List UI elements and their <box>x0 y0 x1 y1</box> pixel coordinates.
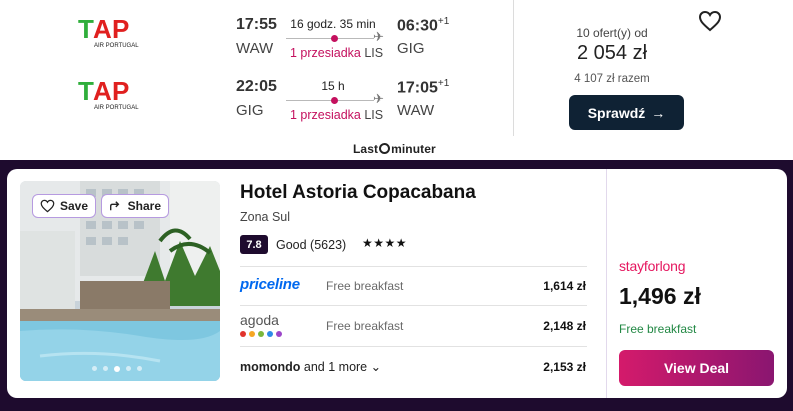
flight-result-card[interactable]: T A P AIR PORTUGAL 17:55 WAW 16 godz. 35… <box>0 0 793 160</box>
stop-dot <box>331 35 338 42</box>
provider-logo-lastminuter: Last minuter <box>353 142 436 156</box>
route-line <box>286 38 374 39</box>
arrow-right-icon: → <box>651 104 666 121</box>
heart-outline-icon <box>40 199 55 213</box>
provider-price: 2,148 zł <box>543 319 586 333</box>
divider <box>240 305 587 306</box>
departure-airport: WAW <box>236 40 274 57</box>
svg-text:AIR PORTUGAL: AIR PORTUGAL <box>94 43 139 49</box>
rating-text: Good (5623) <box>276 238 347 252</box>
share-button[interactable]: Share <box>101 194 169 218</box>
featured-price: 1,496 zł <box>619 283 701 309</box>
carousel-dot[interactable] <box>126 366 131 371</box>
arrival-airport: GIG <box>397 40 425 57</box>
arrival-time: 06:30+1 <box>397 16 450 35</box>
provider-note: Free breakfast <box>326 319 404 333</box>
view-deal-button[interactable]: View Deal <box>619 350 774 386</box>
agoda-logo: agoda <box>240 312 279 328</box>
agoda-dots-icon <box>240 331 282 337</box>
flight-price: 2 054 zł <box>576 42 648 64</box>
chevron-down-icon: ⌄ <box>370 360 382 374</box>
departure-time: 17:55 <box>236 16 277 33</box>
flight-duration: 16 godz. 35 min <box>290 17 376 31</box>
more-providers-toggle[interactable]: momondo and 1 more ⌄ <box>240 359 381 374</box>
share-icon <box>110 201 120 211</box>
svg-text:P: P <box>112 14 129 44</box>
offers-count: 10 ofert(y) od <box>576 26 648 40</box>
priceline-logo: priceline <box>240 276 300 293</box>
tap-airline-logo: T A P AIR PORTUGAL <box>78 76 140 112</box>
svg-text:T: T <box>78 14 94 44</box>
heart-icon[interactable] <box>698 10 722 32</box>
stops-info: 1 przesiadka LIS <box>290 108 384 122</box>
provider-price: 1,614 zł <box>543 279 586 293</box>
save-button[interactable]: Save <box>32 194 96 218</box>
plane-icon: ✈ <box>373 29 384 44</box>
hotel-area: Zona Sul <box>240 210 291 224</box>
review-score-badge: 7.8 <box>240 235 268 254</box>
carousel-dot[interactable] <box>137 366 142 371</box>
carousel-dot-active[interactable] <box>114 365 120 372</box>
page: T A P AIR PORTUGAL 17:55 WAW 16 godz. 35… <box>0 0 793 411</box>
svg-text:A: A <box>93 14 112 44</box>
provider-row-agoda[interactable]: agoda <box>240 312 282 337</box>
carousel-dots[interactable] <box>92 365 142 372</box>
svg-text:A: A <box>93 76 112 106</box>
arrival-airport: WAW <box>397 102 435 119</box>
divider <box>606 169 607 398</box>
flight-duration: 15 h <box>321 79 345 93</box>
check-button[interactable]: Sprawdź → <box>569 95 684 130</box>
flight-leg-outbound: T A P AIR PORTUGAL 17:55 WAW 16 godz. 35… <box>0 12 512 72</box>
provider-price: 2,153 zł <box>543 360 586 374</box>
departure-airport: GIG <box>236 102 264 119</box>
flight-leg-return: T A P AIR PORTUGAL 22:05 GIG 15 h ✈ 1 pr… <box>0 74 512 134</box>
plane-icon: ✈ <box>373 91 384 106</box>
svg-text:P: P <box>112 76 129 106</box>
star-rating-icon: ★★★★ <box>362 236 408 250</box>
provider-row-priceline[interactable]: priceline <box>240 276 300 296</box>
departure-time: 22:05 <box>236 78 277 95</box>
svg-text:T: T <box>78 76 94 106</box>
hotel-name[interactable]: Hotel Astoria Copacabana <box>240 182 476 204</box>
clock-icon <box>379 143 391 154</box>
divider <box>513 0 514 136</box>
stops-info: 1 przesiadka LIS <box>290 46 384 60</box>
divider <box>240 346 587 347</box>
carousel-dot[interactable] <box>92 366 97 371</box>
stop-dot <box>331 97 338 104</box>
featured-note: Free breakfast <box>619 322 697 336</box>
svg-text:AIR PORTUGAL: AIR PORTUGAL <box>94 105 139 111</box>
route-line <box>286 100 374 101</box>
stayforlong-logo: stayforlong <box>619 258 686 274</box>
provider-note: Free breakfast <box>326 279 404 293</box>
carousel-dot[interactable] <box>103 366 108 371</box>
arrival-time: 17:05+1 <box>397 78 450 97</box>
tap-airline-logo: T A P AIR PORTUGAL <box>78 14 140 50</box>
flight-total-price: 4 107 zł razem <box>574 73 650 85</box>
divider <box>240 266 587 267</box>
